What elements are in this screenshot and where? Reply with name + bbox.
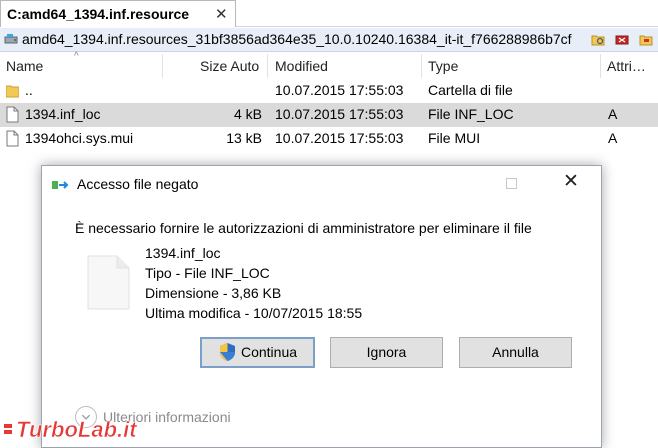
path-bar[interactable]: amd64_1394.inf.resources_31bf3856ad364e3… [0, 28, 658, 52]
continue-button-label: Continua [240, 344, 298, 360]
file-row-1394ohci-sys-mui[interactable]: 1394ohci.sys.mui 13 kB 10.07.2015 17:55:… [0, 127, 658, 151]
file-row-parent[interactable]: .. 10.07.2015 17:55:03 Cartella di file [0, 79, 658, 103]
file-row-1394-inf-loc[interactable]: 1394.inf_loc 4 kB 10.07.2015 17:55:03 Fi… [0, 103, 658, 127]
file-name: 1394ohci.sys.mui [25, 130, 134, 146]
watermark-logo: TurboLab.it [4, 417, 139, 442]
file-info-name: 1394.inf_loc [145, 245, 221, 261]
column-divider[interactable] [600, 54, 601, 78]
file-name: .. [25, 82, 33, 98]
file-name: 1394.inf_loc [25, 106, 101, 122]
column-header-name[interactable]: Name [6, 58, 43, 74]
path-text[interactable]: amd64_1394.inf.resources_31bf3856ad364e3… [22, 31, 588, 47]
continue-button[interactable]: Continua [200, 337, 315, 368]
folder-view-icon[interactable] [591, 33, 605, 46]
close-tab-icon[interactable]: ✕ [215, 5, 228, 23]
file-size: 13 kB [226, 130, 262, 146]
document-icon [87, 255, 130, 310]
access-denied-dialog: Accesso file negato ✕ È necessario forni… [41, 165, 602, 448]
folder-icon [6, 85, 19, 98]
file-attributes: A [608, 106, 618, 122]
sort-ascending-icon: ^ [74, 51, 79, 62]
new-folder-icon[interactable] [639, 33, 653, 46]
file-modified: 10.07.2015 17:55:03 [275, 82, 404, 98]
file-icon [6, 106, 19, 123]
file-size: 4 kB [233, 106, 262, 122]
column-header-modified[interactable]: Modified [275, 58, 328, 74]
maximize-icon [506, 178, 517, 189]
column-header-attributes[interactable]: Attri… [607, 58, 646, 74]
tab-title: C:amd64_1394.inf.resource [7, 6, 190, 22]
file-modified: 10.07.2015 17:55:03 [275, 106, 404, 122]
tab-bar: C:amd64_1394.inf.resource ✕ [0, 0, 658, 27]
column-divider[interactable] [267, 54, 268, 78]
file-info-size: Dimensione - 3,86 KB [145, 285, 282, 301]
file-type: Cartella di file [428, 82, 513, 98]
close-dialog-icon[interactable]: ✕ [563, 172, 579, 191]
drive-icon [4, 34, 18, 44]
svg-text:TurboLab.it: TurboLab.it [16, 417, 138, 442]
file-type: File MUI [428, 130, 481, 146]
column-header-type[interactable]: Type [428, 58, 458, 74]
column-headers: ^ Name Size Auto Modified Type Attri… [0, 51, 658, 79]
column-divider[interactable] [421, 54, 422, 78]
cancel-button[interactable]: Annulla [459, 337, 572, 368]
column-divider[interactable] [162, 54, 163, 78]
cancel-button-label: Annulla [492, 344, 539, 360]
file-attributes: A [608, 130, 618, 146]
uac-shield-icon [219, 343, 235, 361]
file-info-type: Tipo - File INF_LOC [145, 265, 270, 281]
column-header-size[interactable]: Size Auto [200, 58, 259, 74]
delete-icon[interactable] [615, 33, 629, 46]
tab-active[interactable]: C:amd64_1394.inf.resource ✕ [0, 0, 236, 27]
file-transfer-icon [52, 181, 69, 189]
file-icon [6, 130, 19, 147]
ignore-button-label: Ignora [366, 344, 407, 360]
dialog-message: È necessario fornire le autorizzazioni d… [75, 220, 532, 236]
file-modified: 10.07.2015 17:55:03 [275, 130, 404, 146]
file-type: File INF_LOC [428, 106, 514, 122]
dialog-title: Accesso file negato [77, 176, 199, 192]
file-info-modified: Ultima modifica - 10/07/2015 18:55 [145, 305, 363, 321]
ignore-button[interactable]: Ignora [330, 337, 443, 368]
